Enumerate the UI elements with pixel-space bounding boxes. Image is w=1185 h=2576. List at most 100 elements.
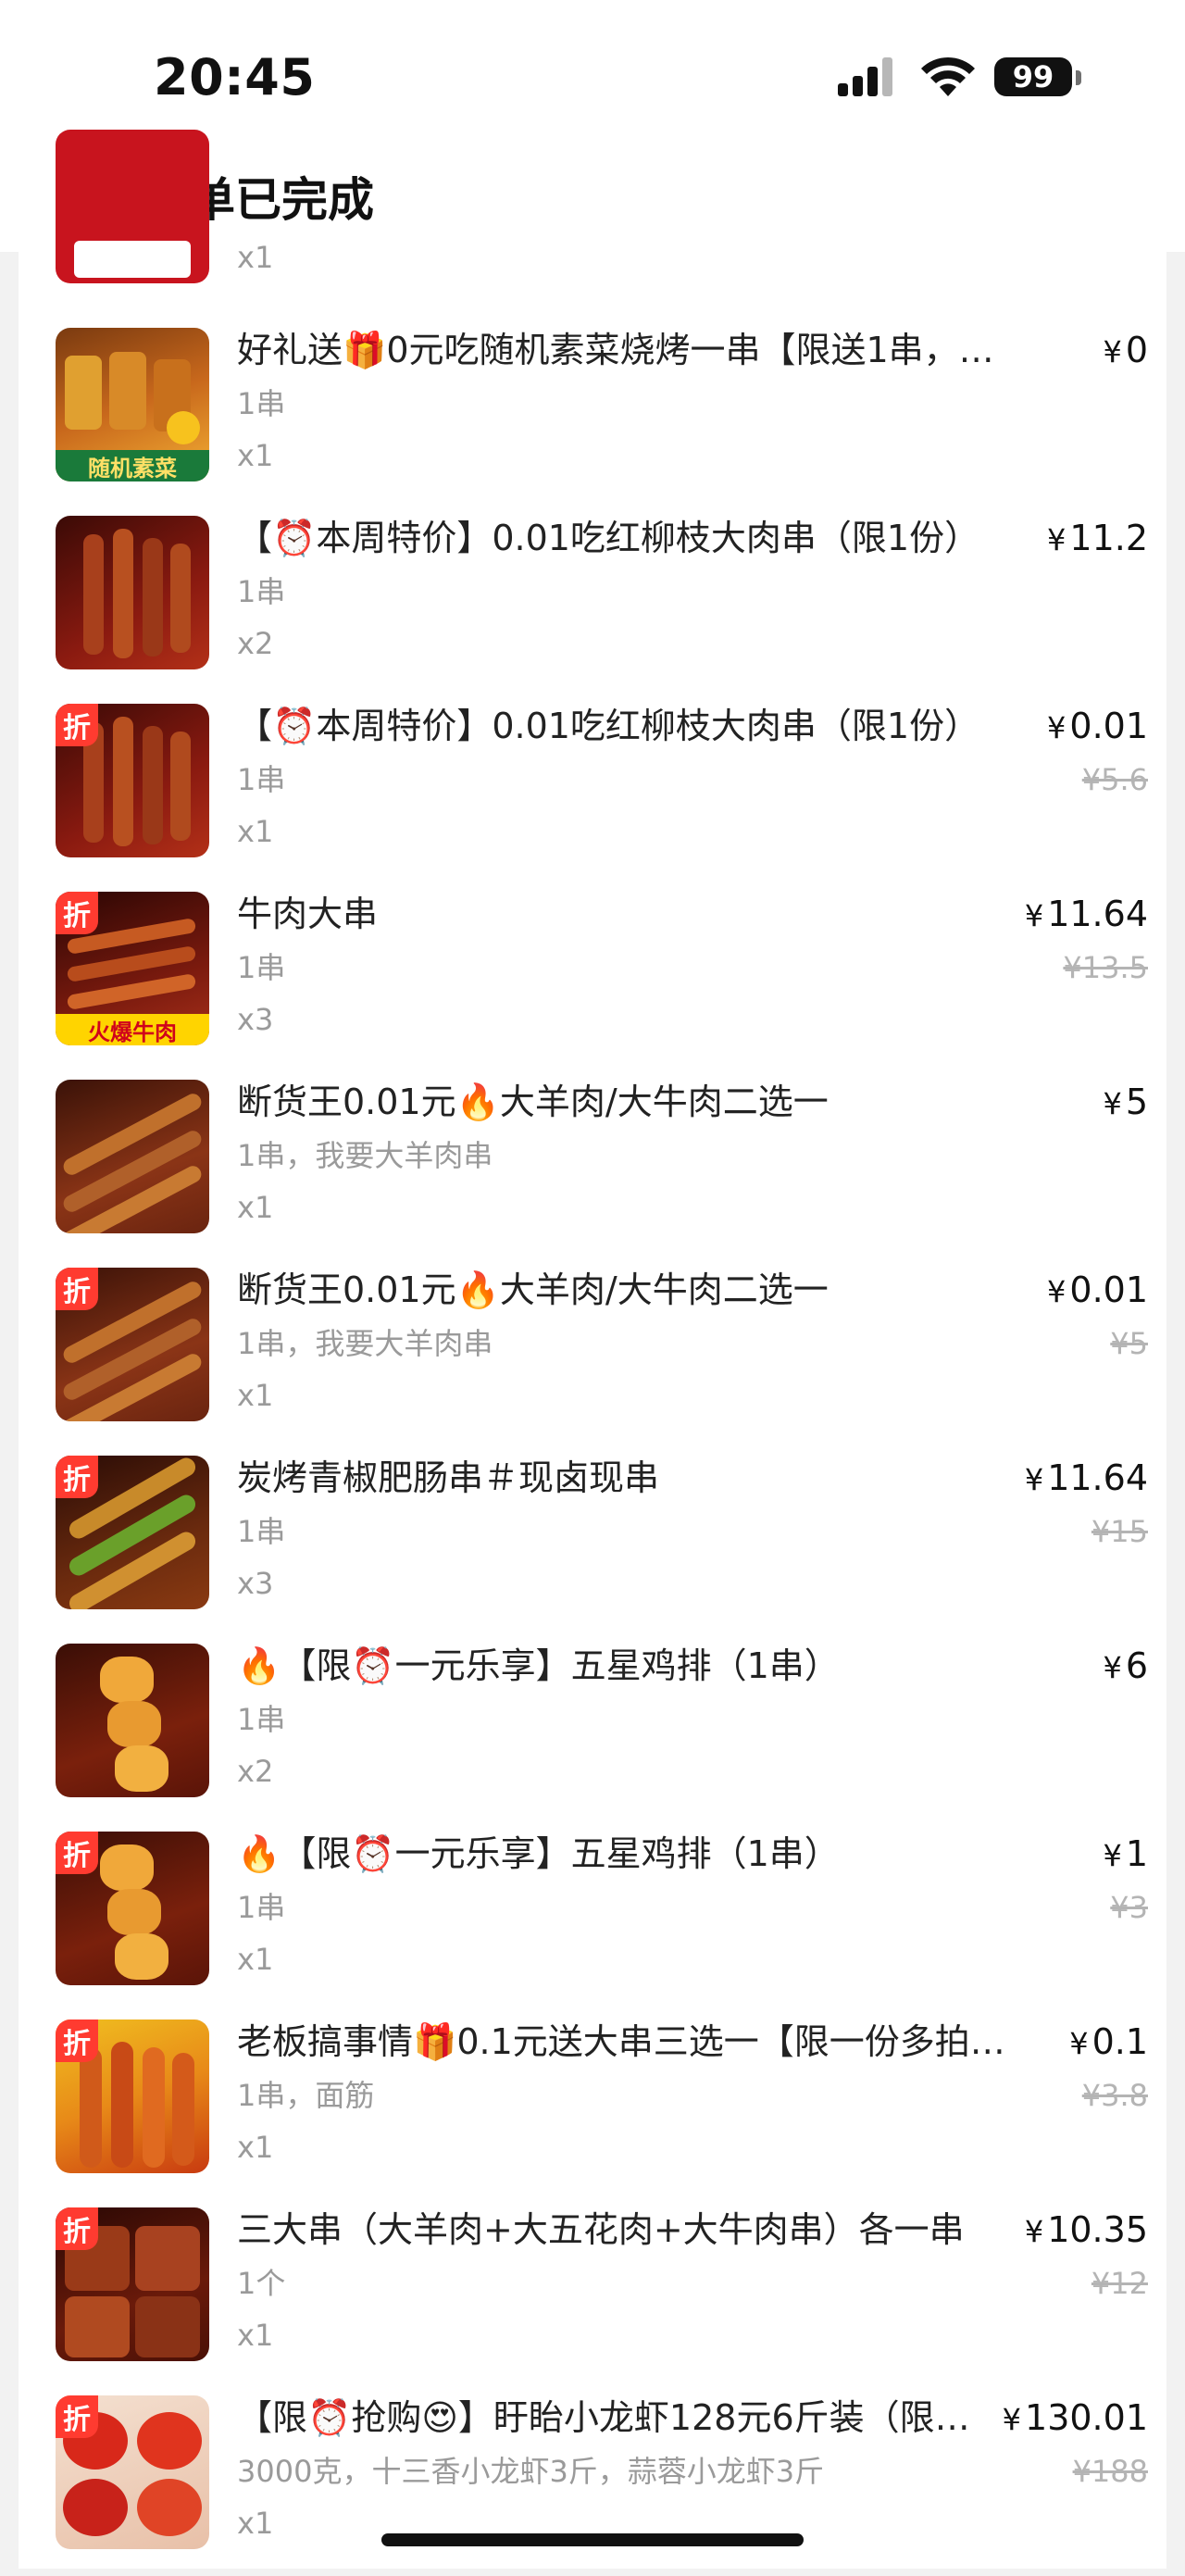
price-value: 0 bbox=[1125, 330, 1148, 370]
order-item[interactable]: 火爆牛肉 折 牛肉大串 1串 x3 ¥11.64 ¥13.5 bbox=[19, 884, 1166, 1072]
order-item[interactable]: 折 老板搞事情🎁0.1元送大串三选一【限一份多拍不送】 1串，面筋 x1 ¥0.… bbox=[19, 2012, 1166, 2200]
item-quantity: x3 bbox=[237, 1002, 274, 1037]
discount-tag: 折 bbox=[56, 704, 98, 746]
food-thumbnail: 折 bbox=[56, 1456, 209, 1609]
order-item[interactable]: 折 三大串（大羊肉+大五花肉+大牛肉串）各一串 1个 x1 ¥10.35 ¥12 bbox=[19, 2200, 1166, 2388]
item-price: ¥10.35 bbox=[1025, 2204, 1148, 2257]
currency-symbol: ¥ bbox=[1103, 1838, 1122, 1873]
price-value: 10.35 bbox=[1047, 2209, 1148, 2250]
item-spec: 1串 bbox=[237, 386, 286, 421]
item-quantity: x1 bbox=[237, 1190, 274, 1225]
original-price: ¥3.8 bbox=[1081, 2078, 1148, 2113]
order-item[interactable]: 折 🔥【限⏰一元乐享】五星鸡排（1串） 1串 x1 ¥1 ¥3 bbox=[19, 1824, 1166, 2012]
original-price: ¥5 bbox=[1110, 1326, 1148, 1361]
item-spec: 1串 bbox=[237, 574, 286, 609]
cellular-signal-icon bbox=[838, 57, 895, 96]
food-thumbnail: 火爆牛肉 折 bbox=[56, 892, 209, 1045]
order-item[interactable]: 🔥【限⏰一元乐享】五星鸡排（1串） 1串 x2 ¥6 bbox=[19, 1636, 1166, 1824]
battery-icon: 99 bbox=[994, 57, 1072, 96]
item-title: 老板搞事情🎁0.1元送大串三选一【限一份多拍不送】 bbox=[237, 2021, 1015, 2062]
item-spec: 1串 bbox=[237, 1514, 286, 1549]
item-quantity: x1 bbox=[237, 814, 274, 849]
currency-symbol: ¥ bbox=[1002, 2402, 1022, 2437]
item-price: ¥11.64 bbox=[1025, 1452, 1148, 1506]
price-value: 11.2 bbox=[1069, 518, 1148, 558]
order-item[interactable]: 折 【⏰本周特价】0.01吃红柳枝大肉串（限1份） 1串 x1 ¥0.01 ¥5… bbox=[19, 696, 1166, 884]
food-thumbnail: 折 bbox=[56, 1268, 209, 1421]
home-indicator[interactable] bbox=[381, 2533, 804, 2546]
item-title: 三大串（大羊肉+大五花肉+大牛肉串）各一串 bbox=[237, 2209, 965, 2250]
order-item[interactable]: 断货王0.01元🔥大羊肉/大牛肉二选一 1串，我要大羊肉串 x1 ¥5 bbox=[19, 1072, 1166, 1260]
discount-tag: 折 bbox=[56, 1268, 98, 1310]
item-quantity: x1 bbox=[237, 240, 274, 275]
food-thumbnail bbox=[56, 130, 209, 283]
item-quantity: x1 bbox=[237, 2506, 274, 2541]
item-quantity: x2 bbox=[237, 626, 274, 661]
discount-tag: 折 bbox=[56, 2395, 98, 2438]
food-thumbnail: 折 bbox=[56, 2020, 209, 2173]
item-spec: 1串 bbox=[237, 950, 286, 985]
item-price: ¥1 bbox=[1103, 1828, 1148, 1882]
currency-symbol: ¥ bbox=[1047, 522, 1066, 557]
currency-symbol: ¥ bbox=[1103, 334, 1122, 369]
original-price: ¥15 bbox=[1091, 1514, 1148, 1549]
price-value: 130.01 bbox=[1025, 2397, 1148, 2438]
order-item[interactable]: 折 炭烤青椒肥肠串＃现卤现串 1串 x3 ¥11.64 ¥15 bbox=[19, 1448, 1166, 1636]
thumbnail-label: 火爆牛肉 bbox=[56, 1014, 209, 1045]
item-title: 🔥【限⏰一元乐享】五星鸡排（1串） bbox=[237, 1833, 840, 1874]
original-price: ¥188 bbox=[1072, 2454, 1148, 2489]
price-value: 11.64 bbox=[1047, 1457, 1148, 1498]
item-title: 【⏰本周特价】0.01吃红柳枝大肉串（限1份） bbox=[237, 706, 980, 746]
item-spec: 1串，我要大羊肉串 bbox=[237, 1326, 493, 1361]
status-time: 20:45 bbox=[154, 48, 316, 106]
item-title: 炭烤青椒肥肠串＃现卤现串 bbox=[237, 1457, 660, 1498]
food-thumbnail bbox=[56, 516, 209, 669]
item-price: ¥0.1 bbox=[1069, 2016, 1148, 2070]
price-value: 0.01 bbox=[1069, 706, 1148, 746]
order-item[interactable]: 随机素菜 好礼送🎁0元吃随机素菜烧烤一串【限送1串，每人限1份】 1串 x1 ¥… bbox=[19, 320, 1166, 508]
price-value: 6 bbox=[1125, 1645, 1148, 1686]
currency-symbol: ¥ bbox=[1103, 1650, 1122, 1685]
order-item[interactable]: x1 bbox=[19, 122, 1166, 310]
discount-tag: 折 bbox=[56, 2020, 98, 2062]
currency-symbol: ¥ bbox=[1024, 898, 1044, 933]
item-title: 【⏰本周特价】0.01吃红柳枝大肉串（限1份） bbox=[237, 518, 980, 558]
item-spec: 1个 bbox=[237, 2266, 286, 2301]
item-price: ¥6 bbox=[1103, 1640, 1148, 1694]
order-item[interactable]: 折 【限⏰抢购😍】盱眙小龙虾128元6斤装（限购1份） 3000克，十三香小龙虾… bbox=[19, 2388, 1166, 2576]
item-spec: 1串 bbox=[237, 762, 286, 797]
order-item[interactable]: 折 断货王0.01元🔥大羊肉/大牛肉二选一 1串，我要大羊肉串 x1 ¥0.01… bbox=[19, 1260, 1166, 1448]
item-price: ¥5 bbox=[1103, 1076, 1148, 1130]
currency-symbol: ¥ bbox=[1024, 2214, 1044, 2249]
discount-tag: 折 bbox=[56, 1832, 98, 1874]
item-price: ¥0.01 bbox=[1047, 700, 1148, 754]
original-price: ¥13.5 bbox=[1063, 950, 1148, 985]
currency-symbol: ¥ bbox=[1047, 1274, 1066, 1309]
original-price: ¥5.6 bbox=[1081, 762, 1148, 797]
item-price: ¥0.01 bbox=[1047, 1264, 1148, 1318]
food-thumbnail bbox=[56, 1644, 209, 1797]
food-thumbnail: 随机素菜 bbox=[56, 328, 209, 481]
item-quantity: x1 bbox=[237, 1378, 274, 1413]
order-items-list: x1 随机素菜 好礼送🎁0元吃随机素菜烧烤一串【限送1串，每人限1份】 1串 x… bbox=[19, 130, 1166, 2569]
item-price: ¥11.64 bbox=[1025, 888, 1148, 942]
price-value: 0.01 bbox=[1069, 1269, 1148, 1310]
price-value: 0.1 bbox=[1091, 2021, 1148, 2062]
item-spec: 1串，面筋 bbox=[237, 2078, 375, 2113]
original-price: ¥3 bbox=[1110, 1890, 1148, 1925]
item-spec: 1串，我要大羊肉串 bbox=[237, 1138, 493, 1173]
discount-tag: 折 bbox=[56, 892, 98, 934]
item-price: ¥130.01 bbox=[1003, 2392, 1148, 2445]
item-title: 好礼送🎁0元吃随机素菜烧烤一串【限送1串，每人限1份】 bbox=[237, 330, 996, 370]
price-value: 11.64 bbox=[1047, 894, 1148, 934]
food-thumbnail bbox=[56, 1080, 209, 1233]
item-spec: 1串 bbox=[237, 1890, 286, 1925]
food-thumbnail: 折 bbox=[56, 2207, 209, 2361]
item-quantity: x1 bbox=[237, 438, 274, 473]
order-item[interactable]: 【⏰本周特价】0.01吃红柳枝大肉串（限1份） 1串 x2 ¥11.2 bbox=[19, 508, 1166, 696]
discount-tag: 折 bbox=[56, 1456, 98, 1498]
food-thumbnail: 折 bbox=[56, 704, 209, 857]
currency-symbol: ¥ bbox=[1047, 710, 1066, 745]
item-spec: 1串 bbox=[237, 1702, 286, 1737]
item-title: 【限⏰抢购😍】盱眙小龙虾128元6斤装（限购1份） bbox=[237, 2397, 987, 2438]
